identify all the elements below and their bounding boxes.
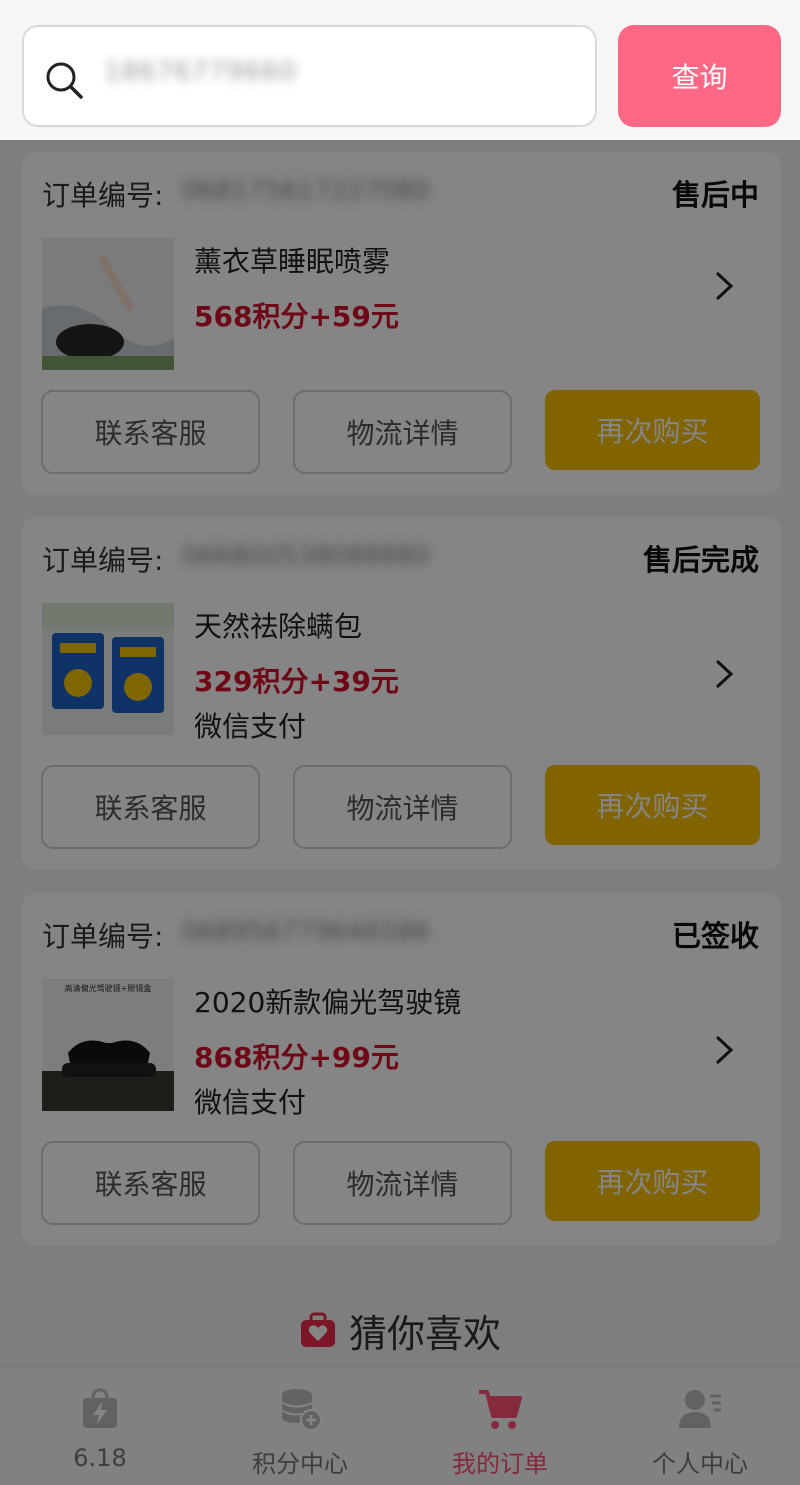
product-name[interactable]: 2020新款偏光驾驶镜 — [194, 981, 461, 1021]
tab-618[interactable]: 6.18 — [0, 1368, 200, 1485]
payment-method: 微信支付 — [194, 710, 307, 743]
buy-again-button[interactable]: 再次购买 — [545, 765, 760, 845]
sunglasses-photo: 高清偏光驾驶镜+眼镜盒 — [42, 979, 174, 1111]
search-input[interactable]: 18676779660 — [22, 25, 597, 127]
logistics-detail-button[interactable]: 物流详情 — [293, 390, 512, 474]
tab-personal-center[interactable]: 个人中心 — [600, 1368, 800, 1485]
product-thumbnail[interactable] — [42, 238, 174, 370]
tab-my-orders[interactable]: 我的订单 — [400, 1368, 600, 1485]
spray-bottle-photo — [42, 238, 174, 370]
product-price: 329积分+39元 — [194, 665, 399, 698]
guess-you-like-title: 猜你喜欢 — [348, 1311, 501, 1356]
order-status: 售后完成 — [642, 543, 759, 577]
photo-caption: 高清偏光驾驶镜+眼镜盒 — [65, 983, 152, 993]
product-price: 868积分+99元 — [194, 1041, 399, 1074]
chevron-right-icon[interactable] — [713, 657, 735, 691]
lightning-bag-icon — [83, 1388, 117, 1428]
search-value[interactable]: 18676779660 — [104, 57, 297, 87]
buy-again-button[interactable]: 再次购买 — [545, 390, 760, 470]
contact-service-button[interactable]: 联系客服 — [41, 1141, 260, 1225]
heart-bag-icon — [300, 1312, 335, 1347]
order-status: 已签收 — [671, 919, 759, 953]
tab-points-center[interactable]: 积分中心 — [200, 1368, 400, 1485]
tab-label: 个人中心 — [652, 1450, 748, 1478]
chevron-right-icon[interactable] — [713, 1033, 735, 1067]
search-header: 18676779660 查询 — [0, 0, 800, 140]
buy-again-button[interactable]: 再次购买 — [545, 1141, 760, 1221]
tab-label: 我的订单 — [452, 1450, 548, 1478]
search-icon — [46, 62, 83, 99]
order-number-label: 订单编号: — [42, 179, 164, 212]
order-number: 066800538088880 — [182, 541, 431, 571]
payment-method: 微信支付 — [194, 1086, 307, 1119]
product-thumbnail[interactable] — [42, 603, 174, 735]
chevron-right-icon[interactable] — [713, 269, 735, 303]
order-card[interactable]: 订单编号: 068175617227080 售后中 薰衣草睡眠喷雾 568积分+… — [22, 152, 781, 495]
order-number-label: 订单编号: — [42, 920, 164, 953]
tab-label: 积分中心 — [252, 1450, 348, 1478]
order-card[interactable]: 订单编号: 068956779646586 已签收 高清偏光驾驶镜+眼镜盒 20… — [22, 893, 781, 1246]
user-card-icon — [679, 1390, 721, 1428]
cart-icon — [479, 1390, 522, 1429]
order-number-label: 订单编号: — [42, 544, 164, 577]
order-card[interactable]: 订单编号: 066800538088880 售后完成 天然祛除螨包 329积分+… — [22, 517, 781, 870]
product-name[interactable]: 天然祛除螨包 — [194, 605, 362, 645]
product-thumbnail[interactable]: 高清偏光驾驶镜+眼镜盒 — [42, 979, 174, 1111]
order-status: 售后中 — [671, 178, 759, 212]
logistics-detail-button[interactable]: 物流详情 — [293, 765, 512, 849]
order-number: 068175617227080 — [182, 176, 431, 206]
coin-stack-icon — [281, 1389, 322, 1431]
query-button[interactable]: 查询 — [618, 25, 781, 127]
mite-pack-photo — [42, 603, 174, 735]
bottom-tab-bar: 6.18 积分中心 我的订单 个人中心 — [0, 1367, 800, 1485]
contact-service-button[interactable]: 联系客服 — [41, 765, 260, 849]
product-price: 568积分+59元 — [194, 300, 399, 333]
tab-label: 6.18 — [73, 1444, 127, 1472]
guess-you-like-header: 猜你喜欢 — [0, 1300, 800, 1360]
logistics-detail-button[interactable]: 物流详情 — [293, 1141, 512, 1225]
order-number: 068956779646586 — [182, 917, 431, 947]
contact-service-button[interactable]: 联系客服 — [41, 390, 260, 474]
product-name[interactable]: 薰衣草睡眠喷雾 — [194, 240, 390, 280]
